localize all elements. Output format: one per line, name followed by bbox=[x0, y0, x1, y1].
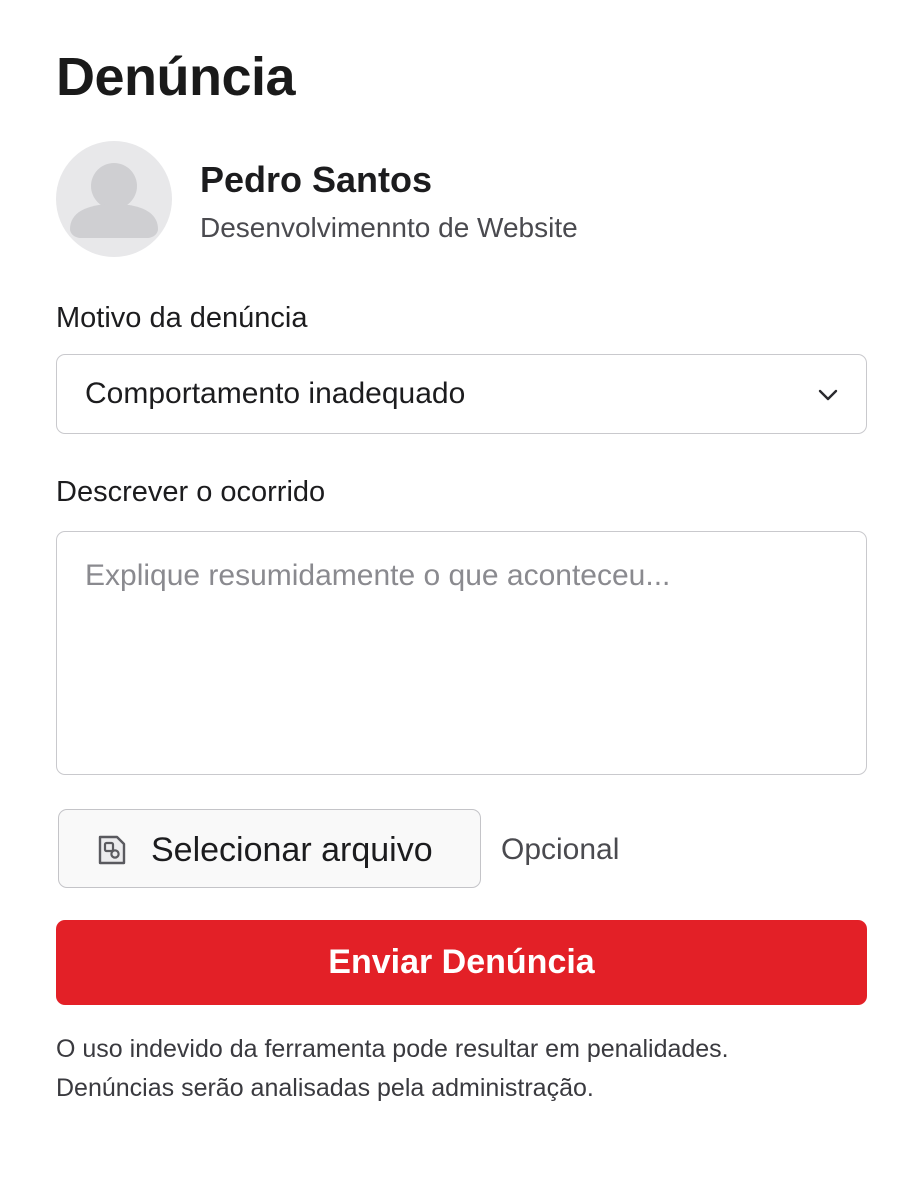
select-file-button[interactable]: Selecionar arquivo bbox=[58, 809, 481, 888]
page-title: Denúncia bbox=[56, 47, 296, 107]
disclaimer-line-2: Denúncias serão analisadas pela administ… bbox=[56, 1074, 594, 1102]
reason-selected-value: Comportamento inadequado bbox=[85, 377, 466, 410]
submit-report-label: Enviar Denúncia bbox=[328, 943, 595, 981]
chevron-down-icon bbox=[818, 389, 838, 401]
avatar bbox=[56, 141, 172, 257]
reason-select[interactable]: Comportamento inadequado bbox=[56, 354, 867, 434]
reason-label: Motivo da denúncia bbox=[56, 302, 308, 334]
description-textarea[interactable]: Explique resumidamente o que aconteceu..… bbox=[56, 531, 867, 775]
profile-role: Desenvolvimennto de Website bbox=[200, 212, 578, 243]
select-file-label: Selecionar arquivo bbox=[151, 831, 433, 869]
report-form: Denúncia Pedro Santos Desenvolvimennto d… bbox=[56, 0, 867, 1179]
disclaimer-line-1: O uso indevido da ferramenta pode result… bbox=[56, 1035, 729, 1063]
profile-name: Pedro Santos bbox=[200, 159, 433, 200]
disclaimer-text: O uso indevido da ferramenta pode result… bbox=[56, 1030, 729, 1108]
description-placeholder: Explique resumidamente o que aconteceu..… bbox=[85, 559, 671, 592]
submit-report-button[interactable]: Enviar Denúncia bbox=[56, 920, 867, 1005]
person-silhouette-icon bbox=[70, 163, 158, 238]
description-label: Descrever o ocorrido bbox=[56, 476, 326, 508]
file-image-icon bbox=[98, 835, 126, 865]
optional-hint: Opcional bbox=[501, 833, 620, 866]
